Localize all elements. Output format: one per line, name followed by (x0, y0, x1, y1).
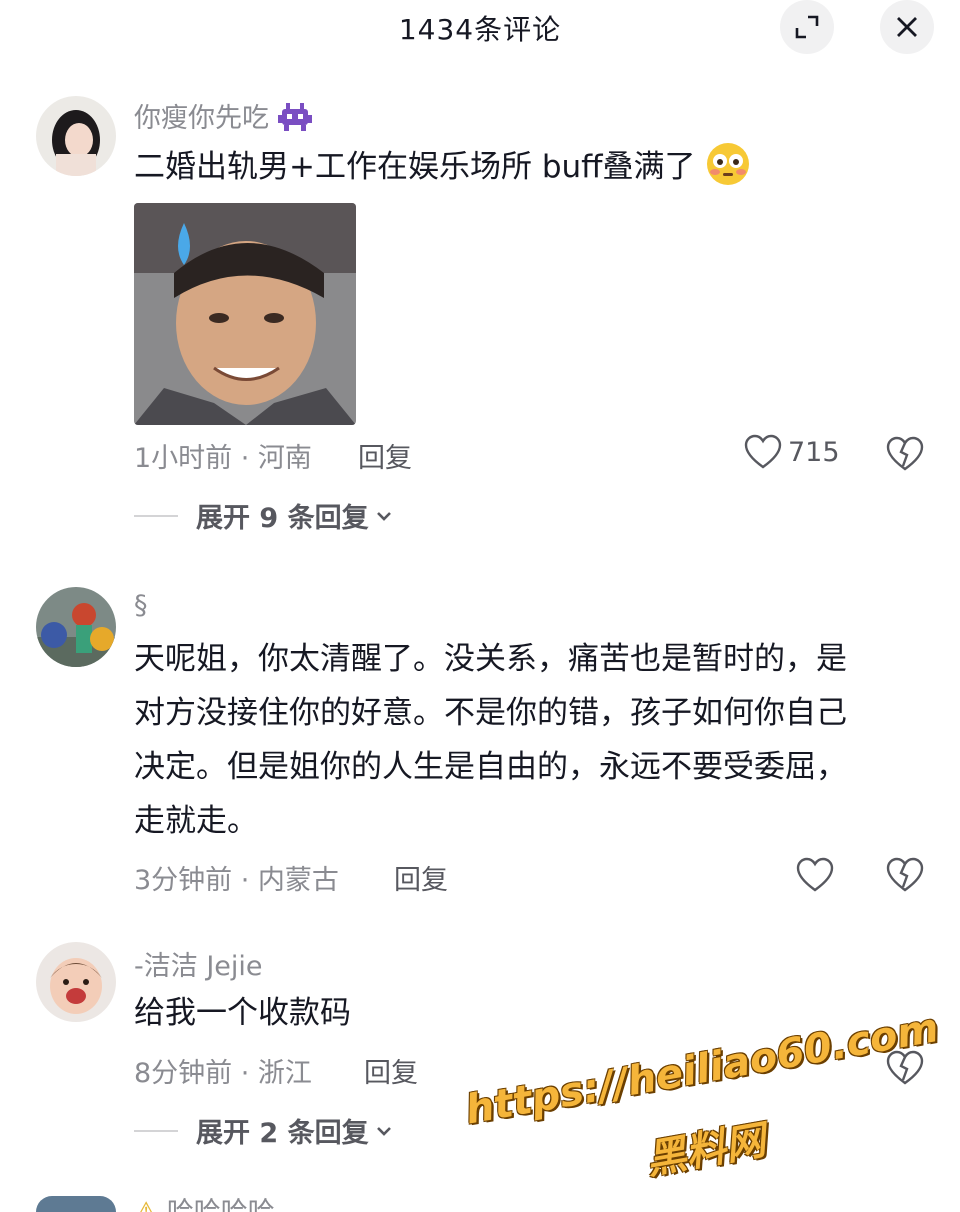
chevron-down-icon (376, 1126, 391, 1136)
reply-button[interactable]: 回复 (364, 1051, 418, 1090)
reply-button[interactable]: 回复 (358, 436, 412, 475)
comment-username[interactable]: 你瘦你先吃 (134, 96, 312, 135)
avatar[interactable] (36, 1196, 116, 1212)
comment-image-sticker[interactable] (134, 203, 356, 425)
close-icon (897, 17, 917, 37)
comment-username[interactable]: -洁洁 Jejie (134, 944, 263, 983)
expand-button[interactable] (780, 0, 834, 54)
warning-icon: ⚠ (134, 1197, 158, 1212)
comment-meta: 1小时前 · 河南 (134, 443, 312, 474)
divider (134, 1129, 178, 1132)
like-button[interactable]: 715 (744, 434, 840, 470)
alien-monster-icon (277, 103, 312, 131)
comment-username[interactable]: § (134, 590, 148, 621)
comment-text: 二婚出轨男+工作在娱乐场所 buff叠满了 (134, 140, 751, 194)
expand-replies-button[interactable]: 展开 2 条回复 (134, 1111, 395, 1150)
flushed-face-icon (707, 143, 750, 185)
expand-icon (795, 15, 819, 39)
avatar[interactable] (36, 942, 116, 1022)
comment-meta: 3分钟前 · 内蒙古 (134, 865, 339, 896)
avatar[interactable] (36, 587, 116, 667)
avatar[interactable] (36, 96, 116, 176)
comment-meta: 8分钟前 · 浙江 (134, 1058, 312, 1089)
like-count: 715 (788, 436, 840, 468)
watermark-site: 黑料网 (642, 1117, 769, 1184)
close-button[interactable] (880, 0, 934, 54)
heart-icon (744, 434, 782, 469)
watermark-url: https://heiliao60.com (462, 1005, 943, 1134)
comment-text: 天呢姐，你太清醒了。没关系，痛苦也是暂时的，是 对方没接住你的好意。不是你的错，… (134, 641, 847, 839)
broken-heart-icon (886, 436, 924, 471)
reply-button[interactable]: 回复 (394, 858, 448, 897)
expand-replies-button[interactable]: 展开 9 条回复 (134, 496, 395, 535)
broken-heart-icon (886, 857, 924, 892)
comment-text: 给我一个收款码 (134, 995, 351, 1031)
comment-username[interactable]: ⚠ 哈哈哈哈 (134, 1196, 275, 1212)
heart-icon (796, 857, 834, 892)
like-button[interactable] (796, 857, 834, 897)
divider (134, 514, 178, 517)
chevron-down-icon (376, 511, 391, 521)
dislike-button[interactable] (886, 857, 924, 897)
dislike-button[interactable] (886, 436, 924, 476)
